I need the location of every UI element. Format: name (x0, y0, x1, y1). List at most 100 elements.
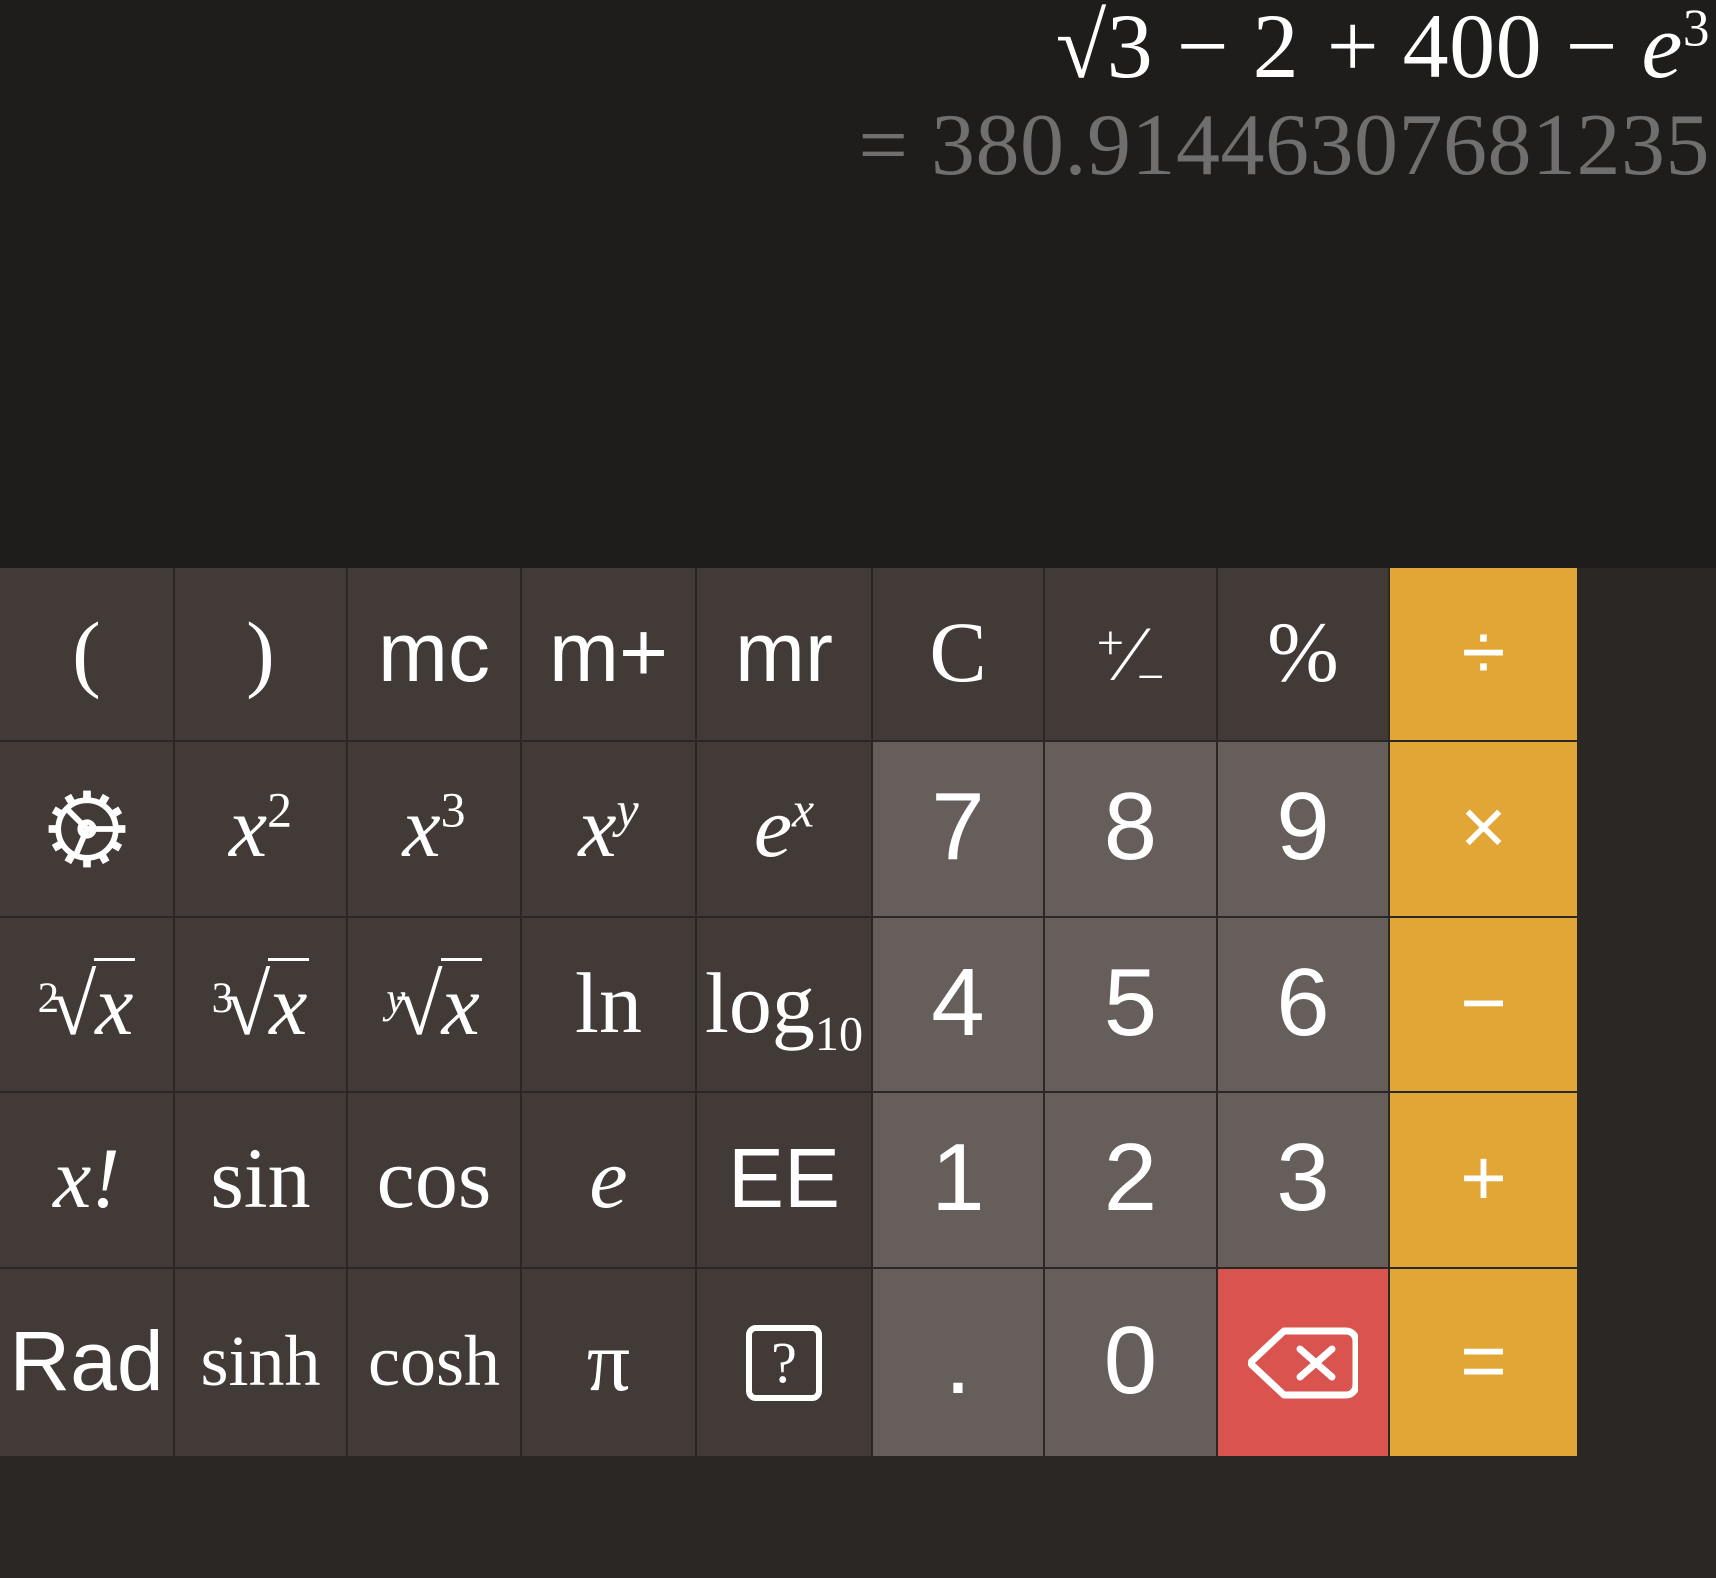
key-label: e (589, 1130, 628, 1226)
key-digit-6[interactable]: 6 (1218, 918, 1390, 1093)
key-help[interactable]: ? (697, 1269, 873, 1458)
key-label: log10 (704, 954, 864, 1061)
keypad: ( ) mc m+ mr C +⁄− % ÷ x2 x3 xy ex 7 8 9… (0, 568, 1716, 1578)
key-label: Rad (9, 1313, 164, 1408)
radicand: 3 − 2 (1106, 0, 1300, 97)
key-label: ? (771, 1329, 797, 1395)
key-label: π (586, 1312, 631, 1409)
key-natural-log[interactable]: ln (522, 918, 697, 1093)
term-400: 400 (1402, 0, 1543, 97)
key-label: C (929, 604, 987, 700)
key-label: 2√x (37, 956, 136, 1053)
key-hyperbolic-sine[interactable]: sinh (175, 1269, 348, 1458)
result-line: = 380.91446307681235 (858, 102, 1710, 190)
key-label: % (1267, 604, 1339, 700)
calculator-display[interactable]: √3 − 2 + 400 − e3 = 380.91446307681235 (0, 0, 1716, 568)
key-open-paren[interactable]: ( (0, 568, 175, 742)
key-memory-clear[interactable]: mc (348, 568, 522, 742)
key-cube-root[interactable]: 3√x (175, 918, 348, 1093)
plus-minus-glyph: +⁄− (1096, 610, 1165, 704)
key-e-to-the-x[interactable]: ex (697, 742, 873, 918)
key-label: + (1460, 1133, 1507, 1222)
key-label: 2 (1103, 1124, 1158, 1231)
key-label: m+ (548, 605, 669, 699)
key-label: mr (735, 605, 833, 699)
key-angle-mode-rad[interactable]: Rad (0, 1269, 175, 1458)
key-pi-constant[interactable]: π (522, 1269, 697, 1458)
key-settings[interactable] (0, 742, 175, 918)
key-label: × (1460, 782, 1507, 871)
key-label: x2 (228, 779, 293, 875)
key-subtract[interactable]: − (1390, 918, 1579, 1093)
key-label: 3 (1276, 1124, 1330, 1231)
key-label: 6 (1276, 948, 1330, 1056)
result-equals: = (858, 97, 909, 194)
key-x-to-the-y[interactable]: xy (522, 742, 697, 918)
key-label: 5 (1103, 948, 1158, 1056)
key-label: 0 (1103, 1306, 1158, 1414)
e-base: e (1641, 0, 1683, 97)
key-plus-minus[interactable]: +⁄− (1045, 568, 1218, 742)
key-divide[interactable]: ÷ (1390, 568, 1579, 742)
key-close-paren[interactable]: ) (175, 568, 348, 742)
key-memory-add[interactable]: m+ (522, 568, 697, 742)
key-label: 7 (931, 773, 985, 880)
question-mark-icon: ? (746, 1324, 822, 1401)
key-clear[interactable]: C (873, 568, 1045, 742)
key-digit-0[interactable]: 0 (1045, 1269, 1218, 1458)
key-multiply[interactable]: × (1390, 742, 1579, 918)
key-label: 9 (1276, 773, 1330, 880)
key-label: y√x (386, 956, 482, 1053)
key-cosine[interactable]: cos (348, 1093, 522, 1269)
key-euler-number[interactable]: e (522, 1093, 697, 1269)
key-label: xy (578, 779, 639, 875)
key-digit-1[interactable]: 1 (873, 1093, 1045, 1269)
key-digit-2[interactable]: 2 (1045, 1093, 1218, 1269)
key-label: . (944, 1306, 972, 1414)
key-label: x3 (402, 779, 466, 875)
key-label: cos (376, 1130, 492, 1226)
sqrt-expression: √3 − 2 (1056, 0, 1303, 92)
key-digit-9[interactable]: 9 (1218, 742, 1390, 918)
key-label: sin (210, 1130, 311, 1226)
key-percent[interactable]: % (1218, 568, 1390, 742)
key-label: cosh (368, 1320, 500, 1401)
key-add[interactable]: + (1390, 1093, 1579, 1269)
key-label: mc (378, 605, 490, 699)
key-exponent-ee[interactable]: EE (697, 1093, 873, 1269)
key-label: x! (53, 1130, 120, 1226)
key-digit-3[interactable]: 3 (1218, 1093, 1390, 1269)
key-label: ( (72, 604, 101, 700)
key-digit-8[interactable]: 8 (1045, 742, 1218, 918)
key-digit-5[interactable]: 5 (1045, 918, 1218, 1093)
key-nth-root[interactable]: y√x (348, 918, 522, 1093)
key-label: 1 (931, 1124, 985, 1231)
key-memory-recall[interactable]: mr (697, 568, 873, 742)
key-square-root[interactable]: 2√x (0, 918, 175, 1093)
key-label: EE (727, 1131, 841, 1225)
key-equals[interactable]: = (1390, 1269, 1579, 1458)
key-factorial[interactable]: x! (0, 1093, 175, 1269)
key-x-squared[interactable]: x2 (175, 742, 348, 918)
key-label: ) (246, 604, 275, 700)
result-value: 380.91446307681235 (931, 97, 1710, 194)
key-decimal-point[interactable]: . (873, 1269, 1045, 1458)
minus-operator: − (1565, 0, 1618, 97)
gear-icon (39, 781, 135, 877)
key-label: sinh (200, 1320, 321, 1401)
key-digit-7[interactable]: 7 (873, 742, 1045, 918)
key-label: ln (575, 954, 642, 1051)
plus-operator: + (1326, 0, 1380, 97)
key-x-cubed[interactable]: x3 (348, 742, 522, 918)
key-label: − (1460, 957, 1507, 1047)
key-label: ÷ (1461, 607, 1506, 696)
key-label: 8 (1103, 773, 1158, 880)
key-label: 4 (931, 948, 985, 1056)
e-exponent: 3 (1682, 0, 1710, 58)
key-sine[interactable]: sin (175, 1093, 348, 1269)
key-hyperbolic-cosine[interactable]: cosh (348, 1269, 522, 1458)
key-log-base-10[interactable]: log10 (697, 918, 873, 1093)
key-backspace[interactable] (1218, 1269, 1390, 1458)
key-label: ex (753, 779, 815, 875)
key-digit-4[interactable]: 4 (873, 918, 1045, 1093)
